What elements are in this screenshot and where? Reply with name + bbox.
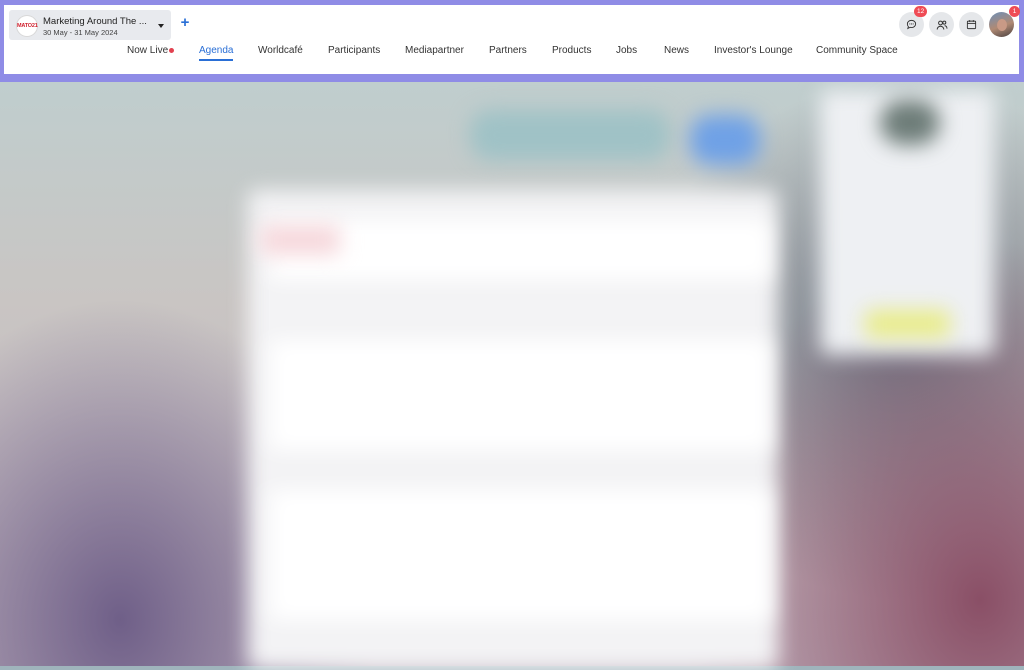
avatar-notification-badge: 1	[1009, 6, 1020, 17]
calendar-icon	[966, 20, 977, 30]
blurred-page-background	[0, 0, 1024, 670]
nav-item-label: Investor's Lounge	[714, 45, 793, 56]
nav-item-label: Participants	[328, 45, 381, 56]
event-title: Marketing Around The ...	[43, 16, 147, 27]
nav-item-news[interactable]: News	[664, 45, 689, 56]
nav-item-label: Partners	[489, 45, 527, 56]
nav-item-label: Mediapartner	[405, 45, 464, 56]
nav-item-label: Now Live	[127, 45, 169, 56]
nav-item-label: Community Space	[816, 45, 898, 56]
nav-item-participants[interactable]: Participants	[328, 45, 380, 56]
nav-item-label: Jobs	[616, 45, 638, 56]
live-indicator-dot	[169, 48, 174, 53]
nav-item-label: Worldcafé	[258, 45, 303, 56]
blurred-button	[690, 115, 760, 165]
blurred-agenda-row	[270, 340, 770, 450]
nav-item-agenda[interactable]: Agenda	[199, 45, 234, 61]
blurred-avatar	[880, 100, 940, 145]
blurred-banner	[470, 110, 670, 160]
people-button[interactable]	[929, 12, 954, 37]
nav-item-label: News	[664, 45, 690, 56]
chevron-down-icon[interactable]	[158, 24, 164, 28]
nav-item-community-space[interactable]: Community Space	[816, 45, 898, 56]
event-dates: 30 May - 31 May 2024	[43, 28, 118, 37]
nav-item-products[interactable]: Products	[552, 45, 591, 56]
nav-item-label: Agenda	[199, 45, 234, 56]
main-nav: Now Live Agenda Worldcafé Participants M…	[4, 45, 1019, 65]
nav-item-mediapartner[interactable]: Mediapartner	[405, 45, 464, 56]
event-logo: MATO21	[17, 16, 38, 36]
event-switcher[interactable]: MATO21 Marketing Around The ... 30 May -…	[9, 10, 171, 40]
chat-icon	[906, 19, 917, 30]
nav-item-investors-lounge[interactable]: Investor's Lounge	[714, 45, 793, 56]
people-icon	[936, 20, 947, 30]
blurred-agenda-row	[270, 220, 770, 280]
nav-item-jobs[interactable]: Jobs	[616, 45, 637, 56]
nav-item-worldcafe[interactable]: Worldcafé	[258, 45, 303, 56]
active-tab-indicator	[199, 59, 234, 61]
chat-unread-badge: 12	[914, 6, 928, 17]
nav-item-label: Products	[552, 45, 592, 56]
calendar-button[interactable]	[959, 12, 984, 37]
add-event-button[interactable]: +	[178, 14, 192, 32]
blurred-agenda-row	[270, 490, 770, 620]
blurred-tag	[260, 225, 340, 255]
blurred-cta	[865, 310, 950, 338]
avatar-face	[997, 19, 1007, 31]
nav-item-now-live[interactable]: Now Live	[127, 45, 174, 56]
nav-item-partners[interactable]: Partners	[489, 45, 527, 56]
top-navigation-bar: MATO21 Marketing Around The ... 30 May -…	[4, 5, 1020, 74]
